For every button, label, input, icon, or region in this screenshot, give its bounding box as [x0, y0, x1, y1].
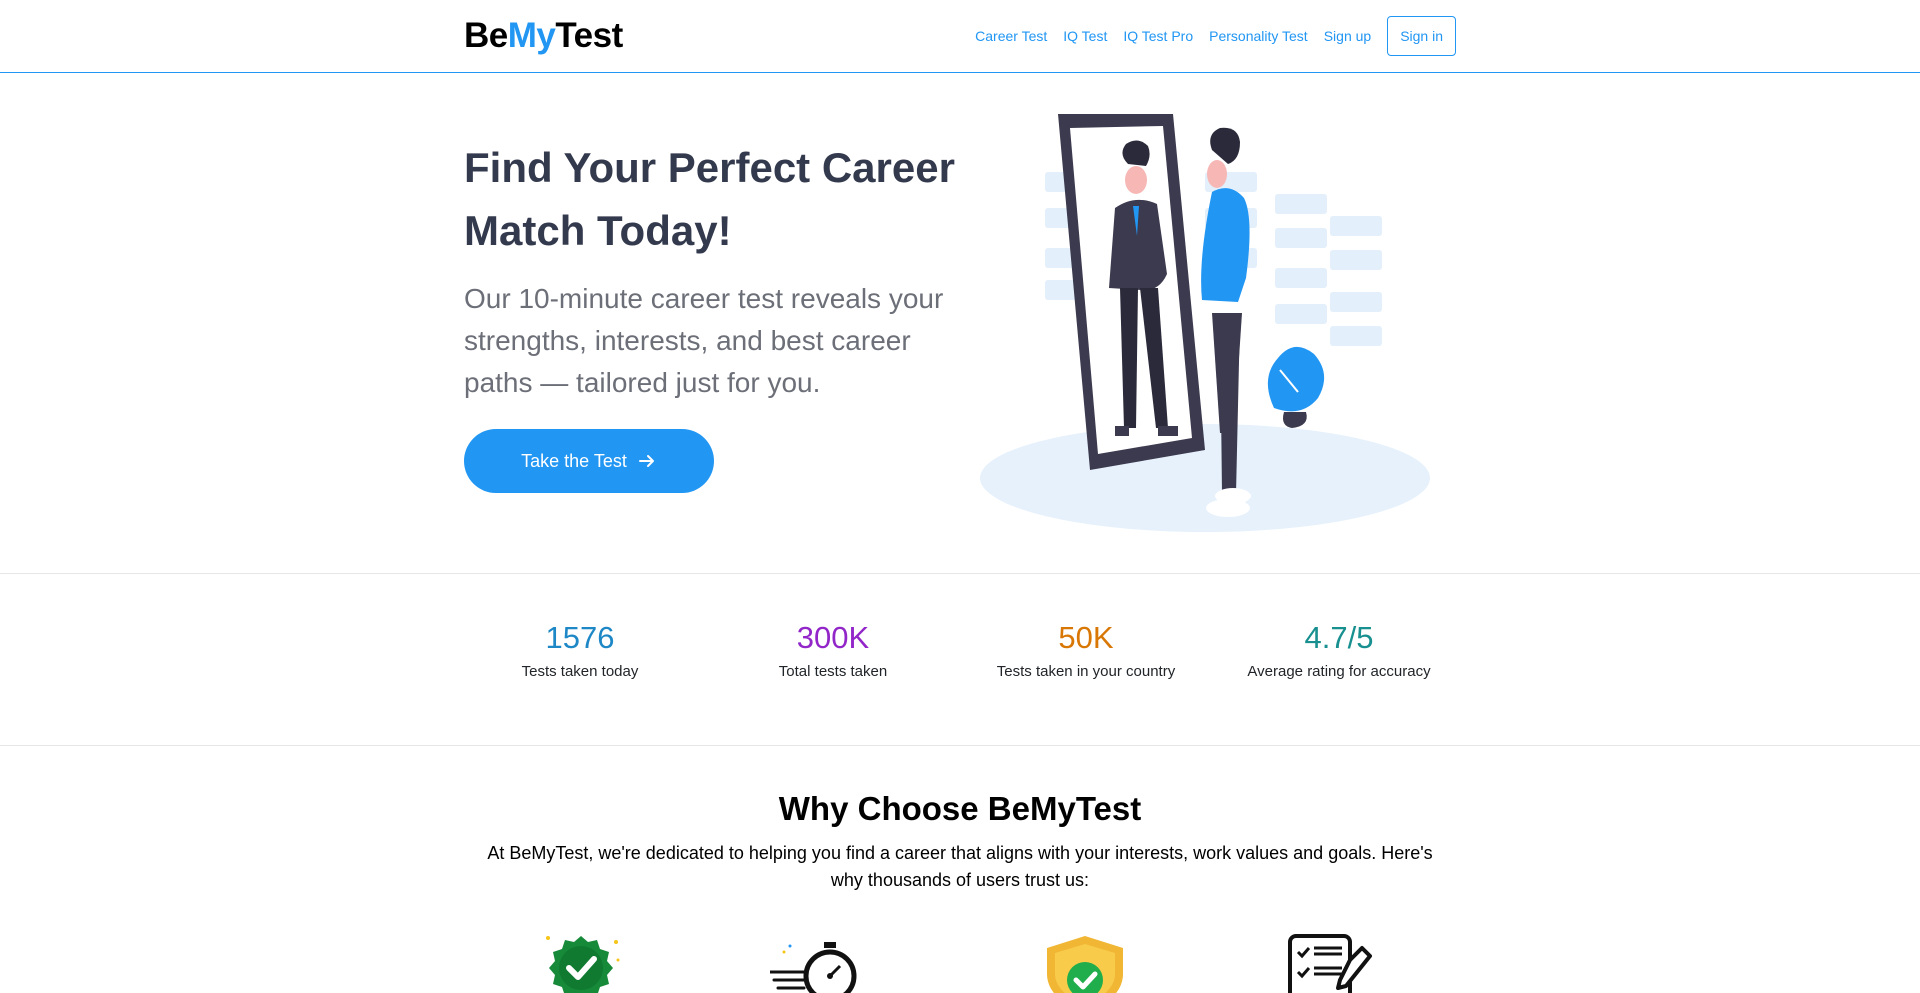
why-title: Why Choose BeMyTest [778, 790, 1142, 827]
nav-iq-test[interactable]: IQ Test [1055, 16, 1115, 56]
hero-title: Find Your Perfect Career Match Today! [464, 144, 955, 254]
stats-section: 1576 Tests taken today 300K Total tests … [0, 573, 1920, 746]
stat-value: 4.7/5 [1304, 620, 1374, 655]
stat-value: 300K [796, 620, 870, 655]
logo-part-my: My [507, 16, 556, 55]
take-test-label: Take the Test [521, 450, 627, 471]
stat-tests-country: 50K Tests taken in your country [961, 618, 1211, 684]
brand-logo[interactable]: BeMyTest [464, 16, 623, 56]
verified-badge-icon [546, 936, 620, 993]
stat-tests-today: 1576 Tests taken today [455, 618, 705, 684]
site-header: BeMyTest Career Test IQ Test IQ Test Pro… [0, 0, 1920, 73]
logo-part-be: Be [464, 16, 508, 55]
nav-sign-up[interactable]: Sign up [1316, 16, 1379, 56]
shield-check-icon [1047, 936, 1123, 993]
why-text: At BeMyTest, we're dedicated to helping … [487, 843, 1433, 890]
take-test-button[interactable]: Take the Test [464, 429, 714, 493]
stopwatch-icon [770, 942, 857, 993]
checklist-icon [1288, 934, 1372, 993]
person-looking-in-mirror-illustration [980, 114, 1430, 532]
plant [1267, 346, 1325, 428]
stat-value: 50K [1058, 620, 1114, 655]
stat-total-tests: 300K Total tests taken [708, 618, 958, 684]
nav-personality-test[interactable]: Personality Test [1201, 16, 1316, 56]
logo-part-test: Test [555, 16, 623, 55]
floor-shadow [980, 424, 1430, 532]
nav-iq-test-pro[interactable]: IQ Test Pro [1115, 16, 1201, 56]
stat-label: Average rating for accuracy [1247, 663, 1431, 680]
hero-subtitle: Our 10-minute career test reveals your s… [464, 283, 944, 398]
stat-label: Tests taken today [521, 663, 639, 680]
arrow-right-icon [638, 455, 654, 467]
stat-label: Tests taken in your country [996, 663, 1176, 680]
nav-career-test[interactable]: Career Test [967, 16, 1055, 56]
sign-in-button[interactable]: Sign in [1387, 16, 1456, 56]
stat-label: Total tests taken [778, 663, 888, 680]
main-nav: Career Test IQ Test IQ Test Pro Personal… [967, 16, 1456, 56]
stat-value: 1576 [545, 620, 615, 655]
stat-average-rating: 4.7/5 Average rating for accuracy [1214, 618, 1464, 684]
